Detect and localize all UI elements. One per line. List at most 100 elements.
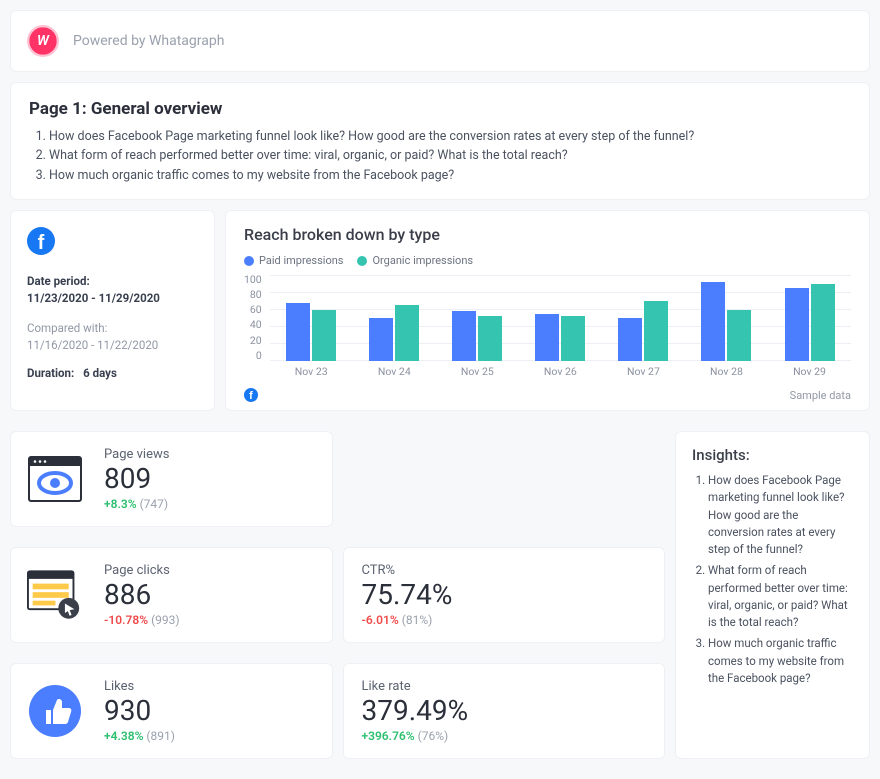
metric-delta: +4.38% (891) xyxy=(104,729,175,743)
sample-data-label: Sample data xyxy=(790,389,851,402)
metrics-left-column: Page views 809 +8.3% (747) Page clicks xyxy=(10,431,333,769)
metric-delta: -6.01% (81%) xyxy=(362,613,453,627)
date-period: Date period: 11/23/2020 - 11/29/2020 xyxy=(27,273,198,308)
bar-organic xyxy=(644,301,668,361)
date-panel: f Date period: 11/23/2020 - 11/29/2020 C… xyxy=(10,210,215,411)
chart-y-axis: 100 80 60 40 20 0 xyxy=(244,275,270,361)
reach-chart-panel: Reach broken down by type Paid impressio… xyxy=(225,210,870,411)
delta-prev: (993) xyxy=(151,613,180,627)
delta-positive: +8.3% xyxy=(104,497,137,511)
bar-organic xyxy=(561,316,585,361)
date-period-label: Date period: xyxy=(27,273,198,290)
metric-text: Like rate 379.49% +396.76% (76%) xyxy=(362,679,469,744)
metric-label: Page views xyxy=(104,447,169,462)
y-tick: 0 xyxy=(244,351,262,362)
x-tick: Nov 27 xyxy=(602,365,685,378)
metric-value: 75.74% xyxy=(362,578,453,612)
empty-card xyxy=(343,431,666,527)
legend-dot-icon xyxy=(357,256,367,266)
overview-question: How much organic traffic comes to my web… xyxy=(49,166,851,185)
delta-positive: +4.38% xyxy=(104,729,143,743)
delta-prev: (747) xyxy=(140,497,169,511)
metric-value: 809 xyxy=(104,462,169,496)
chart-footer: f Sample data xyxy=(244,388,851,402)
bar-paid xyxy=(286,303,310,361)
metric-likes: Likes 930 +4.38% (891) xyxy=(10,663,333,759)
insight-item: How much organic traffic comes to my web… xyxy=(708,635,853,687)
bar-organic xyxy=(478,316,502,361)
metric-like-rate: Like rate 379.49% +396.76% (76%) xyxy=(343,663,666,759)
y-tick: 20 xyxy=(244,336,262,347)
bar-paid xyxy=(785,288,809,361)
metric-page-clicks: Page clicks 886 -10.78% (993) xyxy=(10,547,333,643)
legend-organic: Organic impressions xyxy=(357,254,473,267)
delta-positive: +396.76% xyxy=(362,729,415,743)
metric-delta: +396.76% (76%) xyxy=(362,729,469,743)
bar-paid xyxy=(452,311,476,361)
duration: Duration: 6 days xyxy=(27,366,198,381)
y-tick: 40 xyxy=(244,320,262,331)
bar-organic xyxy=(811,284,835,361)
y-tick: 60 xyxy=(244,305,262,316)
bar-paid xyxy=(701,282,725,361)
y-tick: 80 xyxy=(244,290,262,301)
whatagraph-logo-icon: W xyxy=(27,25,59,57)
metric-text: Likes 930 +4.38% (891) xyxy=(104,679,175,744)
facebook-icon: f xyxy=(27,227,55,255)
overview-question: What form of reach performed better over… xyxy=(49,146,851,165)
bar-group xyxy=(353,305,436,361)
metric-label: Like rate xyxy=(362,679,469,694)
delta-prev: (81%) xyxy=(402,613,433,627)
date-period-value: 11/23/2020 - 11/29/2020 xyxy=(27,290,198,307)
metric-delta: +8.3% (747) xyxy=(104,497,169,511)
bar-organic xyxy=(395,305,419,361)
legend-label: Organic impressions xyxy=(372,254,473,267)
metric-label: Likes xyxy=(104,679,175,694)
metric-value: 886 xyxy=(104,578,180,612)
chart-x-axis: Nov 23Nov 24Nov 25Nov 26Nov 27Nov 28Nov … xyxy=(270,365,851,378)
bar-paid xyxy=(618,318,642,361)
bar-group xyxy=(602,301,685,361)
delta-prev: (891) xyxy=(146,729,175,743)
legend-paid: Paid impressions xyxy=(244,254,343,267)
bar-group xyxy=(519,314,602,361)
bar-organic xyxy=(312,310,336,362)
duration-value-text: 6 days xyxy=(83,366,117,380)
insights-title: Insights: xyxy=(692,446,853,464)
insight-item: What form of reach performed better over… xyxy=(708,562,853,631)
bar-group xyxy=(685,282,768,361)
compared-with: Compared with: 11/16/2020 - 11/22/2020 xyxy=(27,320,198,355)
metric-value: 930 xyxy=(104,694,175,728)
metric-text: Page clicks 886 -10.78% (993) xyxy=(104,563,180,628)
metric-label: CTR% xyxy=(362,563,453,578)
page-title: Page 1: General overview xyxy=(29,99,851,119)
y-tick: 100 xyxy=(244,275,262,286)
x-tick: Nov 29 xyxy=(768,365,851,378)
chart-plot: Nov 23Nov 24Nov 25Nov 26Nov 27Nov 28Nov … xyxy=(270,275,851,378)
header-bar: W Powered by Whatagraph xyxy=(10,10,870,72)
metrics-right-column: CTR% 75.74% -6.01% (81%) Like rate 379.4… xyxy=(343,431,666,769)
facebook-icon: f xyxy=(244,388,258,402)
powered-by-label: Powered by Whatagraph xyxy=(73,33,224,49)
legend-dot-icon xyxy=(244,256,254,266)
delta-negative: -6.01% xyxy=(362,613,399,627)
metric-ctr: CTR% 75.74% -6.01% (81%) xyxy=(343,547,666,643)
delta-prev: (76%) xyxy=(418,729,449,743)
likes-icon xyxy=(27,684,82,739)
metric-value: 379.49% xyxy=(362,694,469,728)
chart-title: Reach broken down by type xyxy=(244,225,851,244)
insights-list: How does Facebook Page marketing funnel … xyxy=(692,472,853,687)
page-views-icon xyxy=(27,452,82,507)
page-clicks-icon xyxy=(27,568,82,623)
bar-group xyxy=(436,311,519,361)
insight-item: How does Facebook Page marketing funnel … xyxy=(708,472,853,558)
bar-organic xyxy=(727,310,751,362)
bar-group xyxy=(768,284,851,361)
metric-text: CTR% 75.74% -6.01% (81%) xyxy=(362,563,453,628)
duration-label: Duration: xyxy=(27,366,74,380)
legend-label: Paid impressions xyxy=(259,254,343,267)
bar-paid xyxy=(535,314,559,361)
x-tick: Nov 23 xyxy=(270,365,353,378)
metric-label: Page clicks xyxy=(104,563,180,578)
bar-group xyxy=(270,303,353,361)
